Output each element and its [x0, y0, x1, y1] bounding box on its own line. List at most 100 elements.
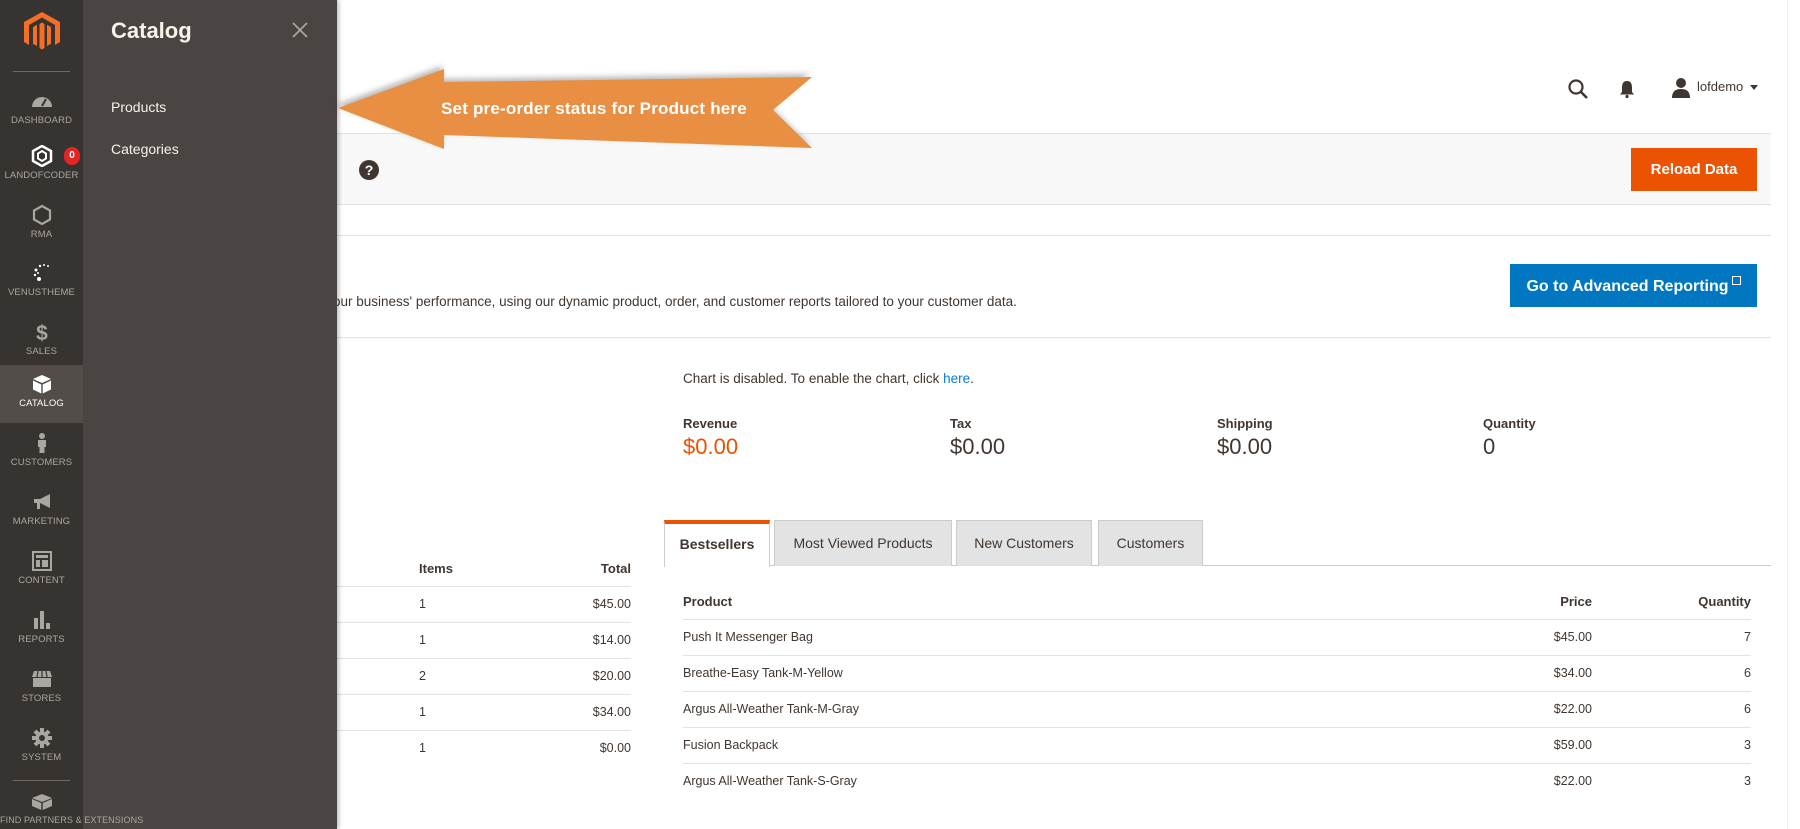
table-header: Product Price Quantity: [683, 588, 1751, 620]
magento-logo-icon[interactable]: [24, 12, 60, 52]
nav-item-system[interactable]: System: [0, 719, 83, 777]
stat-tax: Tax $0.00: [950, 416, 1005, 460]
nav-item-marketing[interactable]: Marketing: [0, 483, 83, 541]
nav-label: Customers: [10, 457, 73, 468]
nav-label: Content: [18, 575, 65, 586]
user-avatar-icon[interactable]: [1671, 77, 1691, 98]
gauge-icon: [31, 97, 52, 107]
table-row[interactable]: Push It Messenger Bag $45.00 7: [683, 620, 1751, 656]
bestsellers-table: Product Price Quantity Push It Messenger…: [683, 588, 1751, 800]
table-row[interactable]: 1 $0.00: [337, 731, 631, 767]
nav-label: Landofcoder: [4, 170, 79, 181]
table-row[interactable]: Fusion Backpack $59.00 3: [683, 728, 1751, 764]
cell-total: $0.00: [599, 741, 631, 755]
stat-quantity: Quantity 0: [1483, 416, 1536, 460]
nav-divider: [13, 780, 70, 781]
cell-product: Breathe-Easy Tank-M-Yellow: [683, 666, 843, 680]
external-link-icon: [1731, 275, 1741, 285]
nav-item-find-partners[interactable]: Find Partners & Extensions: [0, 782, 144, 829]
tab-bestsellers[interactable]: Bestsellers: [664, 520, 770, 567]
cell-quantity: 3: [1744, 774, 1751, 788]
tab-new-customers[interactable]: New Customers: [956, 520, 1092, 566]
nav-item-sales[interactable]: $ Sales: [0, 313, 83, 371]
table-row[interactable]: 1 $34.00: [337, 695, 631, 731]
cell-items: 1: [419, 633, 426, 647]
advanced-reporting-button[interactable]: Go to Advanced Reporting: [1510, 264, 1757, 307]
cell-product: Argus All-Weather Tank-S-Gray: [683, 774, 857, 788]
stat-label: Quantity: [1483, 416, 1536, 431]
stat-value: $0.00: [950, 434, 1006, 459]
table-header: Items Total: [337, 555, 631, 587]
table-row[interactable]: Argus All-Weather Tank-M-Gray $22.00 6: [683, 692, 1751, 728]
cell-items: 1: [419, 597, 426, 611]
close-icon[interactable]: [290, 20, 310, 40]
search-icon[interactable]: [1567, 78, 1589, 100]
table-row[interactable]: 1 $45.00: [337, 587, 631, 623]
table-row[interactable]: Argus All-Weather Tank-S-Gray $22.00 3: [683, 764, 1751, 800]
nav-item-dashboard[interactable]: Dashboard: [0, 82, 83, 140]
advanced-reporting-description: d of your business' performance, using o…: [300, 294, 1017, 309]
flyout-link-categories[interactable]: Categories: [111, 141, 179, 157]
tab-customers[interactable]: Customers: [1098, 520, 1203, 566]
person-icon: [37, 433, 46, 453]
cell-quantity: 6: [1744, 702, 1751, 716]
nav-item-venustheme[interactable]: VenusTheme: [0, 254, 83, 312]
flyout-link-products[interactable]: Products: [111, 99, 166, 115]
dashboard-tabs: Bestsellers Most Viewed Products New Cus…: [664, 520, 1771, 567]
help-icon[interactable]: ?: [359, 160, 379, 180]
chevron-down-icon[interactable]: [1750, 85, 1758, 90]
nav-item-reports[interactable]: Reports: [0, 601, 83, 659]
cell-product: Argus All-Weather Tank-M-Gray: [683, 702, 859, 716]
nav-label: RMA: [30, 229, 53, 240]
table-row[interactable]: 1 $14.00: [337, 623, 631, 659]
catalog-flyout: Catalog Products Categories: [83, 0, 337, 829]
stat-value: 0: [1483, 434, 1496, 459]
cell-items: 2: [419, 669, 426, 683]
nav-item-catalog[interactable]: Catalog: [0, 365, 83, 423]
reload-data-button[interactable]: Reload Data: [1631, 148, 1757, 191]
chart-message-suffix: .: [970, 371, 974, 386]
nav-label: Sales: [25, 346, 58, 357]
page-scrollbar[interactable]: [1787, 0, 1800, 829]
cell-price: $45.00: [1553, 630, 1592, 644]
nav-item-content[interactable]: Content: [0, 542, 83, 600]
cell-quantity: 6: [1744, 666, 1751, 680]
callout-text: Set pre-order status for Product here: [441, 99, 747, 118]
nav-label: Find Partners & Extensions: [0, 815, 144, 825]
nav-item-customers[interactable]: Customers: [0, 424, 83, 482]
nav-item-stores[interactable]: Stores: [0, 660, 83, 718]
flyout-title: Catalog: [111, 18, 192, 43]
nav-label: Dashboard: [10, 115, 73, 126]
enable-chart-link[interactable]: here: [943, 371, 970, 386]
tab-most-viewed-products[interactable]: Most Viewed Products: [774, 520, 952, 566]
last-orders-table: Items Total 1 $45.00 1 $14.00 2 $20.00 1 $34…: [337, 555, 631, 767]
stat-shipping: Shipping $0.00: [1217, 416, 1273, 460]
bell-icon[interactable]: [1619, 79, 1635, 99]
nav-label: Marketing: [12, 516, 71, 527]
column-header-items: Items: [419, 561, 453, 576]
nav-item-landofcoder[interactable]: Landofcoder 0: [0, 137, 83, 195]
layout-icon: [31, 551, 52, 571]
cell-quantity: 7: [1744, 630, 1751, 644]
chart-disabled-message: Chart is disabled. To enable the chart, …: [683, 371, 974, 386]
gear-icon: [31, 728, 52, 748]
nav-label: Catalog: [19, 398, 64, 409]
advanced-reporting-label: Go to Advanced Reporting: [1526, 277, 1729, 295]
svg-text:$: $: [36, 322, 48, 343]
box-icon: [32, 375, 51, 394]
cell-quantity: 3: [1744, 738, 1751, 752]
user-account-name[interactable]: lofdemo: [1697, 79, 1743, 94]
stat-value: $0.00: [683, 434, 739, 459]
storefront-icon: [31, 670, 52, 687]
column-header-price: Price: [1560, 594, 1592, 609]
column-header-product: Product: [683, 594, 733, 609]
stat-label: Revenue: [683, 416, 738, 431]
cell-price: $59.00: [1553, 738, 1592, 752]
nav-item-rma[interactable]: RMA: [0, 196, 83, 254]
nav-divider: [13, 71, 70, 72]
table-row[interactable]: Breathe-Easy Tank-M-Yellow $34.00 6: [683, 656, 1751, 692]
cell-product: Fusion Backpack: [683, 738, 779, 752]
cell-total: $45.00: [592, 597, 631, 611]
cell-price: $22.00: [1553, 774, 1592, 788]
table-row[interactable]: 2 $20.00: [337, 659, 631, 695]
